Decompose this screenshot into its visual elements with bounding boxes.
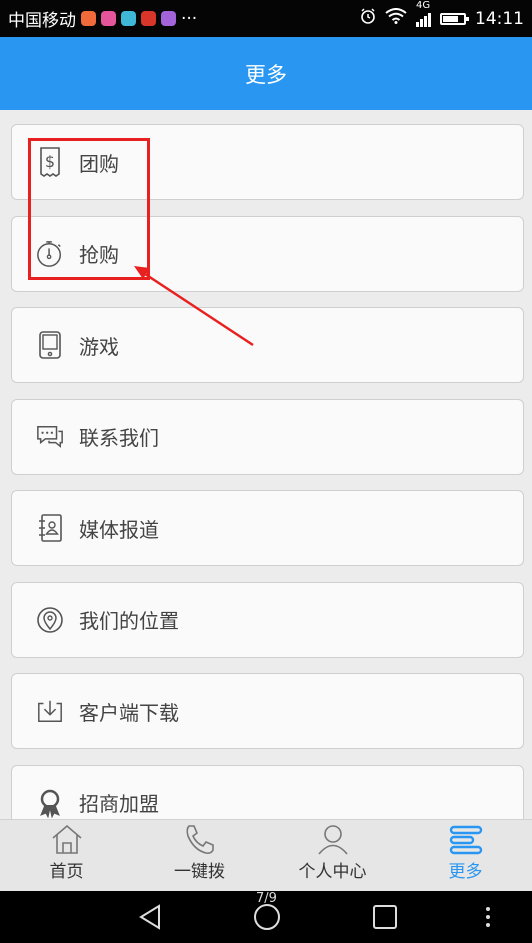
home-icon bbox=[50, 821, 84, 855]
chat-bubbles-icon bbox=[36, 423, 64, 451]
menu-item-label: 抢购 bbox=[79, 243, 119, 267]
tab-profile[interactable]: 个人中心 bbox=[266, 820, 399, 891]
network-type: 4G bbox=[416, 0, 431, 11]
menu-item-group-buy[interactable]: $ 团购 bbox=[11, 124, 524, 200]
menu-item-label: 客户端下载 bbox=[79, 700, 179, 725]
alarm-icon bbox=[360, 8, 376, 29]
notification-app-icon bbox=[141, 11, 156, 26]
status-bar: 中国移动 ··· 4G 14:11 bbox=[0, 0, 532, 37]
signal-icon: 4G bbox=[416, 0, 431, 27]
battery-icon bbox=[440, 12, 469, 25]
user-icon bbox=[316, 821, 350, 855]
home-button[interactable] bbox=[250, 891, 284, 943]
notification-app-icon bbox=[81, 11, 96, 26]
menu-item-app-download[interactable]: 客户端下载 bbox=[11, 673, 524, 749]
menu-item-media-reports[interactable]: 媒体报道 bbox=[11, 490, 524, 566]
menu-item-contact-us[interactable]: 联系我们 bbox=[11, 398, 524, 475]
location-pin-icon bbox=[36, 606, 64, 634]
menu-item-label: 我们的位置 bbox=[79, 609, 179, 633]
svg-text:$: $ bbox=[45, 152, 55, 171]
back-button[interactable] bbox=[134, 891, 166, 943]
recent-square-icon bbox=[373, 905, 397, 929]
menu-item-our-location[interactable]: 我们的位置 bbox=[11, 581, 524, 658]
menu-item-label: 媒体报道 bbox=[79, 517, 159, 542]
battery-fill bbox=[443, 15, 458, 22]
receipt-dollar-icon: $ bbox=[36, 147, 64, 177]
tab-home[interactable]: 首页 bbox=[0, 820, 133, 891]
menu-item-label: 联系我们 bbox=[79, 426, 159, 450]
phone-icon bbox=[183, 821, 217, 855]
status-left: 中国移动 ··· bbox=[8, 6, 198, 32]
page-title: 更多 bbox=[245, 62, 287, 87]
header-bar: 更多 bbox=[0, 37, 532, 110]
more-notifications: ··· bbox=[181, 8, 198, 29]
stopwatch-icon bbox=[36, 240, 64, 268]
tab-label: 更多 bbox=[448, 862, 483, 882]
status-right: 4G 14:11 bbox=[360, 0, 524, 29]
vertical-dots-icon bbox=[486, 907, 490, 927]
more-menu-icon bbox=[449, 821, 483, 855]
home-circle-icon bbox=[254, 904, 280, 930]
recent-apps-button[interactable] bbox=[370, 891, 400, 943]
overflow-menu-button[interactable] bbox=[480, 891, 496, 943]
notification-app-icon bbox=[101, 11, 116, 26]
menu-list: $ 团购 抢购 游戏 联系我们 媒体报道 我们的位置 客户端下载 招商加盟 bbox=[11, 124, 524, 856]
tab-label: 首页 bbox=[49, 862, 84, 882]
tab-one-click-dial[interactable]: 一键拨 bbox=[133, 820, 266, 891]
notification-app-icon bbox=[161, 11, 176, 26]
menu-item-label: 游戏 bbox=[79, 334, 119, 359]
back-triangle-icon bbox=[139, 904, 160, 930]
notification-app-icon bbox=[121, 11, 136, 26]
bottom-tab-bar: 首页 一键拨 个人中心 更多 bbox=[0, 819, 532, 891]
award-ribbon-icon bbox=[36, 789, 64, 818]
clock: 14:11 bbox=[475, 8, 524, 29]
download-icon bbox=[36, 697, 64, 725]
phone-screen: 中国移动 ··· 4G 14:11 更多 $ 团购 抢购 游戏 联系我们 媒体报… bbox=[0, 0, 532, 943]
menu-item-label: 招商加盟 bbox=[79, 792, 159, 816]
menu-item-flash-sale[interactable]: 抢购 bbox=[11, 215, 524, 292]
handheld-device-icon bbox=[36, 331, 64, 359]
address-book-icon bbox=[36, 514, 64, 542]
system-nav-bar: 7/9 bbox=[0, 891, 532, 943]
menu-item-games[interactable]: 游戏 bbox=[11, 307, 524, 383]
carrier-name: 中国移动 bbox=[8, 11, 76, 31]
tab-more[interactable]: 更多 bbox=[399, 820, 532, 891]
menu-item-label: 团购 bbox=[79, 151, 119, 176]
tab-label: 一键拨 bbox=[174, 862, 225, 882]
wifi-icon bbox=[385, 8, 407, 29]
tab-label: 个人中心 bbox=[298, 862, 367, 882]
